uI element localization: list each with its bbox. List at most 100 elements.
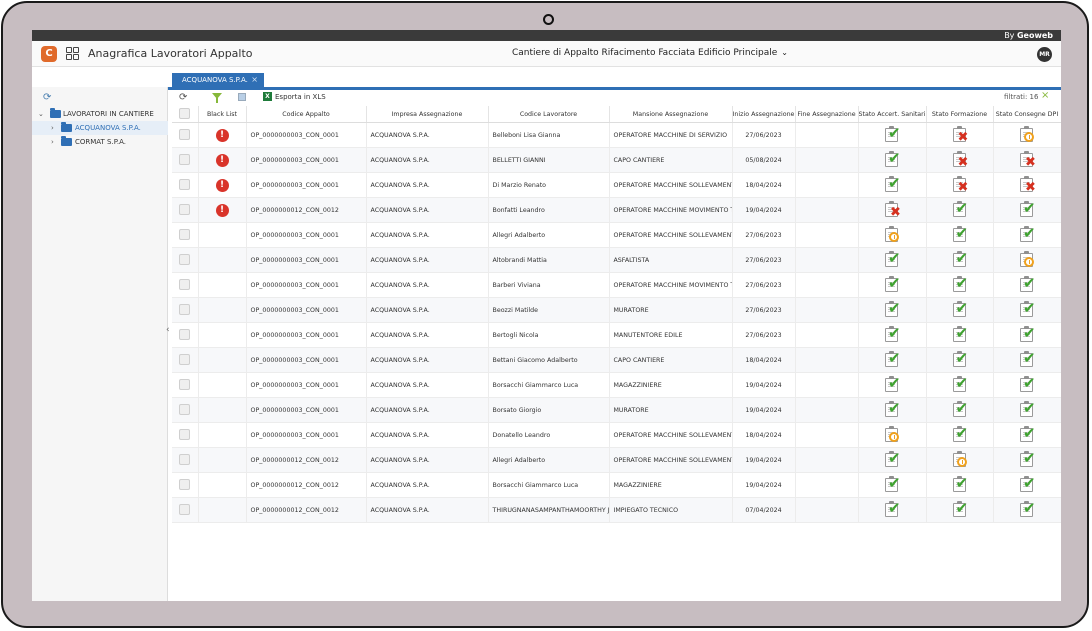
stato-formazione-cell[interactable]: ✔ [926, 472, 994, 498]
stato-dpi-cell[interactable] [993, 247, 1061, 273]
app-logo[interactable]: C [41, 46, 57, 62]
apps-grid-icon[interactable] [66, 47, 80, 61]
table-row[interactable]: ! OP_0000000003_CON_0001 ACQUANOVA S.P.A. D… [172, 172, 1061, 198]
header-inizio[interactable]: Inizio Assegnazione [732, 106, 796, 123]
stato-sanitari-cell[interactable]: ✔ [858, 497, 927, 523]
stato-sanitari-cell[interactable]: ✔ [858, 472, 927, 498]
row-checkbox[interactable] [179, 203, 191, 215]
table-row[interactable]: OP_0000000003_CON_0001 ACQUANOVA S.P.A. Bo… [172, 372, 1061, 398]
table-row[interactable]: OP_0000000003_CON_0001 ACQUANOVA S.P.A. Ba… [172, 272, 1061, 298]
header-select[interactable] [172, 106, 199, 123]
stato-formazione-cell[interactable]: ✔ [926, 397, 994, 423]
row-checkbox[interactable] [179, 253, 191, 265]
stato-sanitari-cell[interactable]: ✔ [858, 147, 927, 173]
row-select-cell[interactable] [172, 347, 199, 373]
select-all-checkbox[interactable] [179, 107, 191, 119]
row-checkbox[interactable] [179, 503, 191, 515]
header-codice-appalto[interactable]: Codice Appalto [246, 106, 367, 123]
stato-dpi-cell[interactable]: ✔ [993, 297, 1061, 323]
refresh-icon[interactable]: ⟳ [43, 92, 51, 103]
stato-sanitari-cell[interactable]: ✔ [858, 172, 927, 198]
chevron-right-icon[interactable]: › [51, 121, 54, 135]
stato-formazione-cell[interactable]: ✔ [926, 372, 994, 398]
stato-sanitari-cell[interactable] [858, 222, 927, 248]
table-row[interactable]: ! OP_0000000003_CON_0001 ACQUANOVA S.P.A. B… [172, 147, 1061, 173]
table-row[interactable]: OP_0000000003_CON_0001 ACQUANOVA S.P.A. Be… [172, 322, 1061, 348]
row-select-cell[interactable] [172, 447, 199, 473]
stato-formazione-cell[interactable]: ✖ [926, 122, 994, 148]
table-row[interactable]: OP_0000000003_CON_0001 ACQUANOVA S.P.A. Al… [172, 247, 1061, 273]
stato-sanitari-cell[interactable]: ✖ [858, 197, 927, 223]
row-select-cell[interactable] [172, 297, 199, 323]
row-select-cell[interactable] [172, 147, 199, 173]
row-checkbox[interactable] [179, 303, 191, 315]
stato-dpi-cell[interactable]: ✖ [993, 147, 1061, 173]
row-select-cell[interactable] [172, 222, 199, 248]
site-selector[interactable]: Cantiere di Appalto Rifacimento Facciata… [512, 48, 788, 58]
row-select-cell[interactable] [172, 422, 199, 448]
stato-dpi-cell[interactable] [993, 122, 1061, 148]
row-select-cell[interactable] [172, 247, 199, 273]
table-row[interactable]: OP_0000000012_CON_0012 ACQUANOVA S.P.A. TH… [172, 497, 1061, 523]
chevron-down-icon[interactable]: ⌄ [781, 48, 788, 57]
row-checkbox[interactable] [179, 128, 191, 140]
stato-formazione-cell[interactable]: ✔ [926, 247, 994, 273]
stato-formazione-cell[interactable]: ✔ [926, 322, 994, 348]
stato-sanitari-cell[interactable]: ✔ [858, 122, 927, 148]
stato-sanitari-cell[interactable] [858, 422, 927, 448]
stato-formazione-cell[interactable]: ✖ [926, 172, 994, 198]
chevron-right-icon[interactable]: › [51, 135, 54, 149]
header-blacklist[interactable]: Black List [198, 106, 247, 123]
row-checkbox[interactable] [179, 428, 191, 440]
row-checkbox[interactable] [179, 178, 191, 190]
header-stato-formazione[interactable]: Stato Formazione [926, 106, 994, 123]
stato-sanitari-cell[interactable]: ✔ [858, 372, 927, 398]
stato-formazione-cell[interactable]: ✔ [926, 297, 994, 323]
stato-dpi-cell[interactable]: ✔ [993, 372, 1061, 398]
stato-formazione-cell[interactable]: ✔ [926, 222, 994, 248]
stato-sanitari-cell[interactable]: ✔ [858, 447, 927, 473]
stato-sanitari-cell[interactable]: ✔ [858, 322, 927, 348]
table-row[interactable]: OP_0000000003_CON_0001 ACQUANOVA S.P.A. Be… [172, 297, 1061, 323]
excel-icon[interactable]: X [263, 92, 272, 101]
row-checkbox[interactable] [179, 353, 191, 365]
export-xls-button[interactable]: Esporta in XLS [275, 93, 326, 101]
header-fine[interactable]: Fine Assegnazione [795, 106, 859, 123]
stato-formazione-cell[interactable]: ✔ [926, 497, 994, 523]
stato-sanitari-cell[interactable]: ✔ [858, 347, 927, 373]
stato-dpi-cell[interactable]: ✔ [993, 472, 1061, 498]
filter-icon[interactable] [212, 93, 222, 103]
header-codice-lavoratore[interactable]: Codice Lavoratore [488, 106, 610, 123]
stato-dpi-cell[interactable]: ✔ [993, 497, 1061, 523]
table-row[interactable]: OP_0000000003_CON_0001 ACQUANOVA S.P.A. Al… [172, 222, 1061, 248]
row-checkbox[interactable] [179, 378, 191, 390]
row-checkbox[interactable] [179, 153, 191, 165]
table-row[interactable]: OP_0000000012_CON_0012 ACQUANOVA S.P.A. Al… [172, 447, 1061, 473]
row-checkbox[interactable] [179, 403, 191, 415]
tree-item-acquanova[interactable]: › ACQUANOVA S.P.A. [32, 121, 168, 135]
stato-dpi-cell[interactable]: ✔ [993, 397, 1061, 423]
table-row[interactable]: ! OP_0000000003_CON_0001 ACQUANOVA S.P.A. B… [172, 122, 1061, 148]
stato-dpi-cell[interactable]: ✔ [993, 222, 1061, 248]
row-select-cell[interactable] [172, 497, 199, 523]
row-select-cell[interactable] [172, 272, 199, 298]
stato-sanitari-cell[interactable]: ✔ [858, 247, 927, 273]
row-checkbox[interactable] [179, 278, 191, 290]
row-checkbox[interactable] [179, 328, 191, 340]
stato-formazione-cell[interactable]: ✔ [926, 422, 994, 448]
row-checkbox[interactable] [179, 478, 191, 490]
select-all-icon[interactable] [238, 93, 246, 101]
header-mansione[interactable]: Mansione Assegnazione [609, 106, 733, 123]
row-checkbox[interactable] [179, 453, 191, 465]
header-stato-dpi[interactable]: Stato Consegne DPI [993, 106, 1061, 123]
stato-dpi-cell[interactable]: ✔ [993, 347, 1061, 373]
table-row[interactable]: OP_0000000012_CON_0012 ACQUANOVA S.P.A. Bo… [172, 472, 1061, 498]
table-row[interactable]: OP_0000000003_CON_0001 ACQUANOVA S.P.A. Bo… [172, 397, 1061, 423]
header-impresa[interactable]: Impresa Assegnazione [366, 106, 489, 123]
stato-sanitari-cell[interactable]: ✔ [858, 297, 927, 323]
stato-sanitari-cell[interactable]: ✔ [858, 272, 927, 298]
stato-dpi-cell[interactable]: ✔ [993, 447, 1061, 473]
stato-dpi-cell[interactable]: ✔ [993, 322, 1061, 348]
collapse-sidebar-icon[interactable]: ‹ [166, 325, 170, 335]
row-select-cell[interactable] [172, 322, 199, 348]
